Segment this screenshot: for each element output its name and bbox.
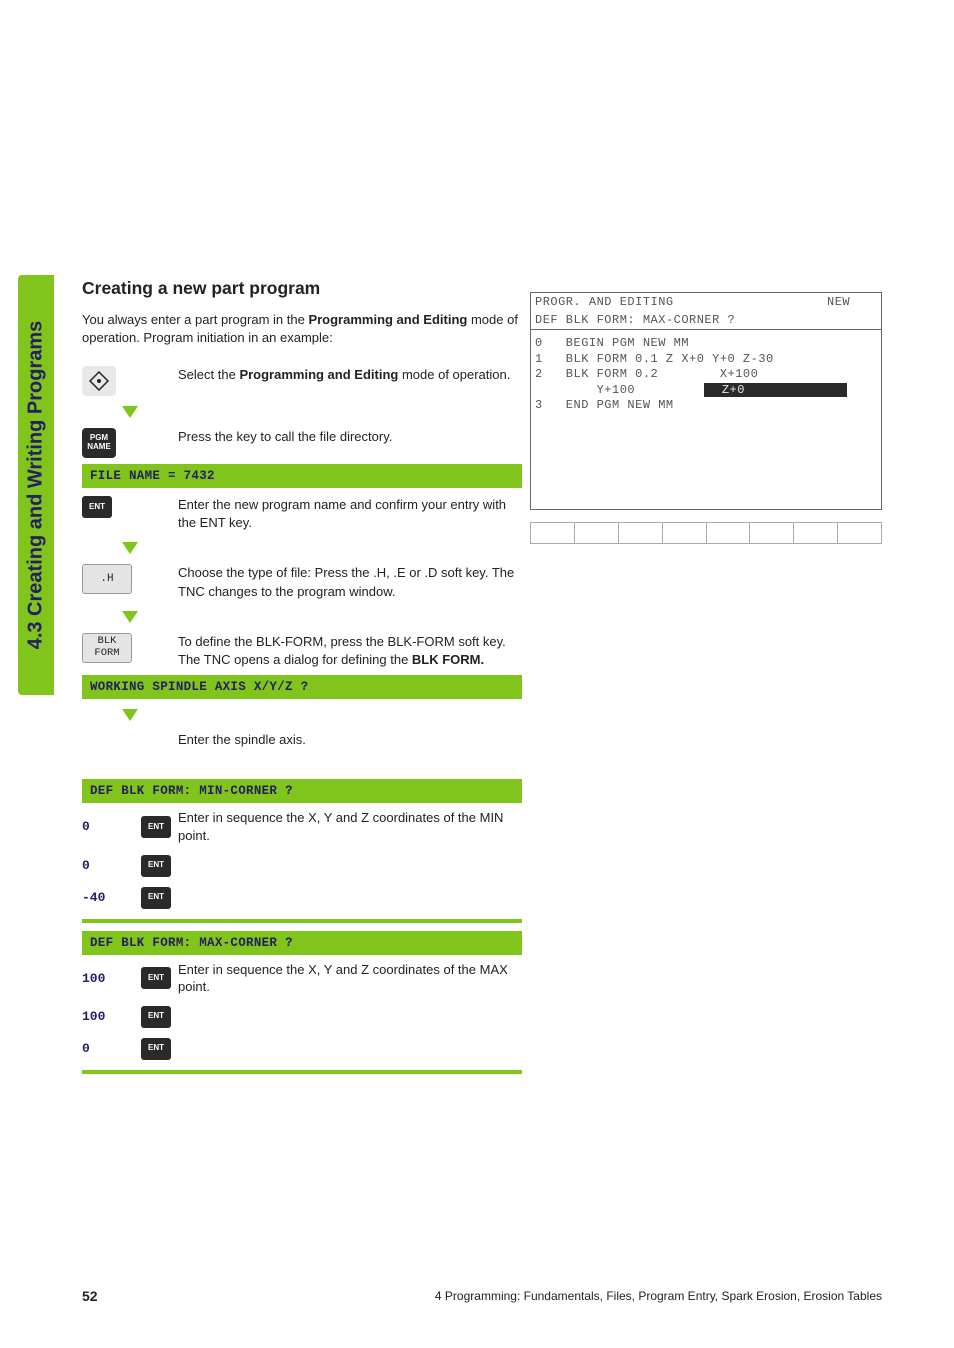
screenshot-body: 0 BEGIN PGM NEW MM1 BLK FORM 0.1 Z X+0 Y…	[530, 330, 882, 510]
max-coord-row: 100 ENT Enter in sequence the X, Y and Z…	[82, 961, 522, 996]
divider	[82, 919, 522, 923]
arrow-connector	[82, 607, 522, 625]
ent-key-icon: ENT	[141, 887, 171, 909]
page-footer: 52 4 Programming: Fundamentals, Files, P…	[82, 1288, 882, 1304]
ent-key-icon: ENT	[141, 1006, 171, 1028]
intro-text: You always enter a part program in the P…	[82, 311, 522, 346]
softkey-blk-form: BLK FORM	[82, 633, 132, 663]
footer-text: 4 Programming: Fundamentals, Files, Prog…	[435, 1289, 882, 1303]
step-spindle-axis: Enter the spindle axis.	[82, 729, 522, 749]
page-number: 52	[82, 1288, 98, 1304]
section-tab: 4.3 Creating and Writing Programs	[18, 275, 54, 695]
tnc-screenshot: PROGR. AND EDITING NEW DEF BLK FORM: MAX…	[530, 292, 882, 544]
screenshot-softkey-row	[530, 522, 882, 544]
min-coord-row: 0 ENT	[82, 855, 522, 877]
ent-key-icon: ENT	[141, 1038, 171, 1060]
step-file-type: .H Choose the type of file: Press the .H…	[82, 562, 522, 600]
step-blk-form: BLK FORM To define the BLK-FORM, press t…	[82, 631, 522, 669]
step-pgm-name: PGM NAME Press the key to call the file …	[82, 426, 522, 458]
max-coord-row: 100 ENT	[82, 1006, 522, 1028]
section-tab-label: 4.3 Creating and Writing Programs	[25, 321, 48, 650]
max-coord-row: 0 ENT	[82, 1038, 522, 1060]
prompt-file-name: FILE NAME = 7432	[82, 464, 522, 488]
step-enter-name: ENT Enter the new program name and confi…	[82, 494, 522, 532]
page-heading: Creating a new part program	[82, 278, 522, 299]
screenshot-subheader: DEF BLK FORM: MAX-CORNER ?	[530, 313, 882, 330]
ent-key-icon: ENT	[141, 967, 171, 989]
prompt-spindle-axis: WORKING SPINDLE AXIS X/Y/Z ?	[82, 675, 522, 699]
ent-key-icon: ENT	[141, 816, 171, 838]
arrow-connector	[82, 538, 522, 556]
divider	[82, 1070, 522, 1074]
prompt-max-corner: DEF BLK FORM: MAX-CORNER ?	[82, 931, 522, 955]
content-column: Creating a new part program You always e…	[82, 278, 522, 1102]
step-select-mode: Select the Programming and Editing mode …	[82, 364, 522, 396]
softkey-h: .H	[82, 564, 132, 594]
arrow-connector	[82, 402, 522, 420]
ent-key-icon: ENT	[141, 855, 171, 877]
min-coord-row: -40 ENT	[82, 887, 522, 909]
prompt-min-corner: DEF BLK FORM: MIN-CORNER ?	[82, 779, 522, 803]
arrow-connector	[82, 705, 522, 723]
pgm-name-key-icon: PGM NAME	[82, 428, 116, 458]
mode-key-icon	[82, 366, 116, 396]
ent-key-icon: ENT	[82, 496, 112, 518]
screenshot-header: PROGR. AND EDITING NEW	[530, 292, 882, 313]
min-coord-row: 0 ENT Enter in sequence the X, Y and Z c…	[82, 809, 522, 844]
